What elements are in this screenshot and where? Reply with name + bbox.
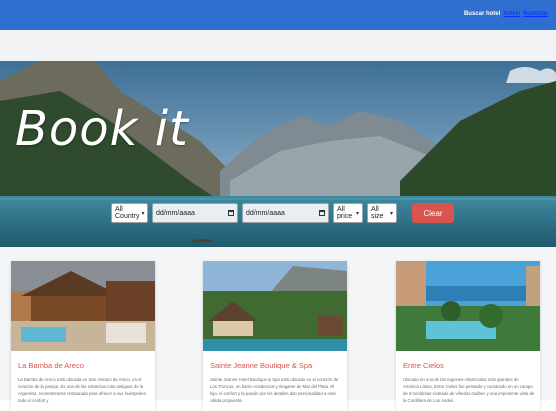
price-select-value: All price — [337, 206, 353, 220]
hotel-image-la-bamba[interactable] — [11, 261, 155, 351]
calendar-icon — [228, 210, 234, 216]
date-to-input[interactable]: dd/mm/aaaa — [242, 203, 329, 223]
hotel-card[interactable]: La Bamba de Areco La Bamba de Areco está… — [11, 261, 155, 411]
country-select[interactable]: All Country ▾ — [111, 203, 148, 223]
hero-title: Book it — [15, 101, 189, 157]
header-spacer — [0, 30, 556, 61]
hotel-name[interactable]: La Bamba de Areco — [18, 361, 84, 370]
price-select[interactable]: All price ▾ — [333, 203, 363, 223]
hotel-image-entre-cielos[interactable] — [396, 261, 540, 351]
chevron-down-icon: ▾ — [389, 210, 393, 217]
nav-link-bookings[interactable]: Bookings — [523, 10, 548, 18]
filter-bar: All Country ▾ dd/mm/aaaa dd/mm/aaaa All … — [111, 202, 454, 224]
country-select-value: All Country — [115, 206, 140, 220]
nav-links: Buscar hotel Admin Bookings — [464, 10, 548, 18]
hotel-card[interactable]: Sainte Jeanne Boutique & Spa Sainte Jean… — [203, 261, 347, 411]
chevron-down-icon: ▾ — [355, 210, 359, 217]
size-select-value: All size — [371, 206, 384, 220]
nav-link-admin[interactable]: Admin — [503, 10, 520, 18]
hotel-image-sainte-jeanne[interactable] — [203, 261, 347, 351]
nav-brand-search-hotel[interactable]: Buscar hotel — [464, 10, 500, 18]
hotel-name[interactable]: Sainte Jeanne Boutique & Spa — [210, 361, 312, 370]
date-from-input[interactable]: dd/mm/aaaa — [152, 203, 238, 223]
hotel-card[interactable]: Entre Cielos Ubicado en una de las regio… — [396, 261, 540, 411]
size-select[interactable]: All size ▾ — [367, 203, 397, 223]
hero-banner: Book it All Country ▾ dd/mm/aaaa dd/mm/a… — [0, 61, 556, 247]
top-navbar: Buscar hotel Admin Bookings — [0, 0, 556, 30]
chevron-down-icon: ▾ — [141, 210, 145, 217]
date-to-placeholder: dd/mm/aaaa — [246, 209, 285, 217]
date-from-placeholder: dd/mm/aaaa — [156, 209, 195, 217]
hotel-list: La Bamba de Areco La Bamba de Areco está… — [0, 247, 556, 411]
calendar-icon — [319, 210, 325, 216]
clear-button[interactable]: Clear — [412, 203, 454, 223]
hotel-name[interactable]: Entre Cielos — [403, 361, 444, 370]
